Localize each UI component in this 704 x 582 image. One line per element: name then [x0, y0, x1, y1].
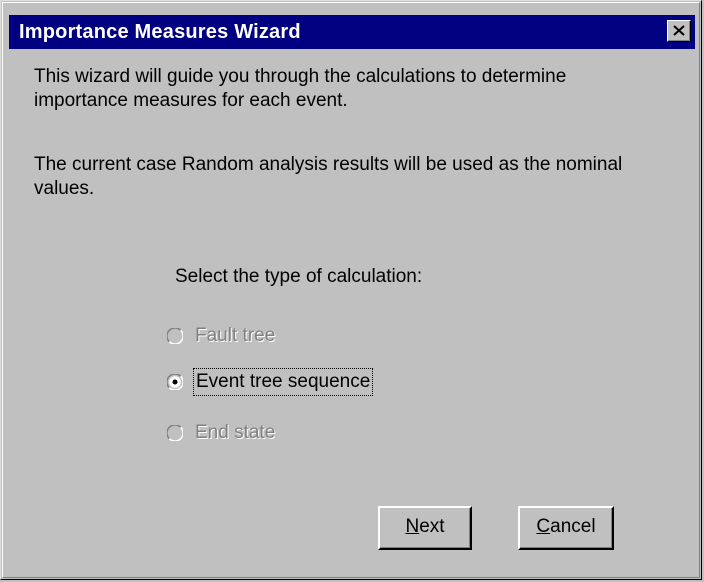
radio-label-event-tree-sequence: Event tree sequence — [192, 368, 374, 396]
radio-label-end-state: End state — [195, 422, 276, 443]
next-mnemonic: N — [405, 516, 420, 537]
dialog-title: Importance Measures Wizard — [19, 21, 301, 43]
nominal-values-note: The current case Random analysis results… — [34, 153, 694, 201]
next-label: ext — [419, 516, 445, 537]
intro-text: This wizard will guide you through the c… — [34, 65, 694, 113]
cancel-button[interactable]: Cancel — [518, 506, 614, 550]
intro-line-1: This wizard will guide you through the c… — [34, 66, 567, 87]
radio-button-icon[interactable] — [167, 374, 183, 390]
wizard-dialog: Importance Measures Wizard This wizard w… — [0, 0, 702, 580]
radio-button-icon[interactable] — [167, 425, 183, 441]
radio-label-fault-tree: Fault tree — [195, 325, 276, 346]
close-button[interactable] — [667, 20, 691, 42]
note-line-1: The current case Random analysis results… — [34, 154, 623, 175]
radio-event-tree-sequence[interactable]: Event tree sequence — [167, 368, 374, 396]
cancel-mnemonic: C — [536, 516, 551, 537]
title-bar[interactable]: Importance Measures Wizard — [9, 15, 695, 49]
radio-button-icon[interactable] — [167, 328, 183, 344]
intro-line-2: importance measures for each event. — [34, 90, 348, 111]
radio-fault-tree[interactable]: Fault tree — [167, 323, 275, 349]
note-line-2: values. — [34, 178, 95, 199]
radio-end-state[interactable]: End state — [167, 420, 275, 446]
next-button[interactable]: Next — [378, 506, 472, 550]
close-icon — [673, 25, 685, 36]
cancel-label: ancel — [550, 516, 596, 537]
calculation-type-prompt: Select the type of calculation: — [175, 266, 423, 287]
